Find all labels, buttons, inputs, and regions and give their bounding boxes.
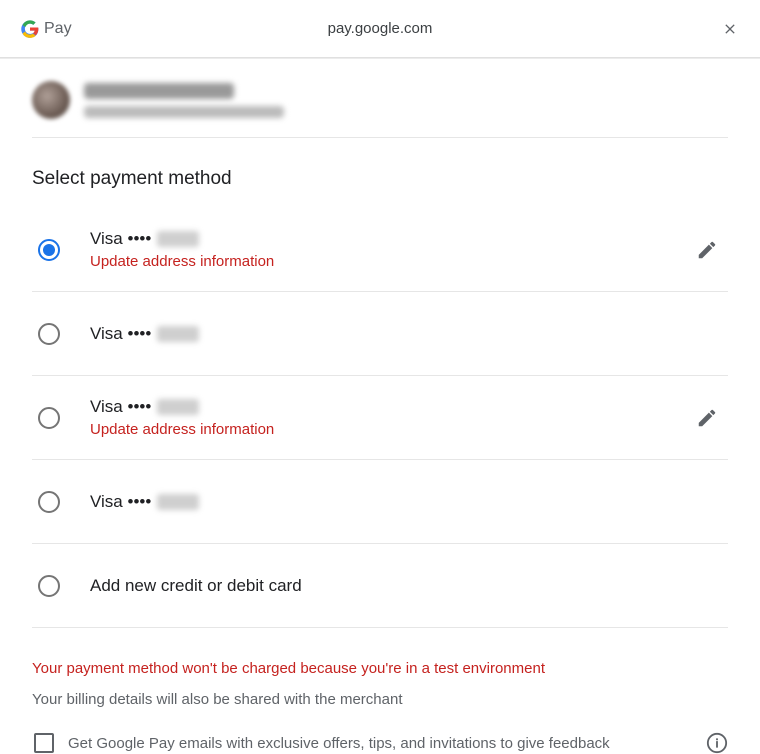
notices: Your payment method won't be charged bec…	[32, 660, 728, 754]
close-button[interactable]	[722, 21, 738, 37]
payment-method-name: Visa ••••	[90, 492, 728, 512]
card-prefix: Visa ••••	[90, 229, 151, 249]
content: Select payment method Visa •••• Update a…	[0, 59, 760, 754]
add-payment-method-row[interactable]: Add new credit or debit card	[32, 544, 728, 628]
edit-button[interactable]	[690, 401, 724, 435]
page-url: pay.google.com	[328, 20, 433, 37]
payment-method-row[interactable]: Visa ••••	[32, 292, 728, 376]
card-prefix: Visa ••••	[90, 397, 151, 417]
account-email-redacted	[84, 106, 284, 118]
payment-method-labels: Add new credit or debit card	[90, 576, 728, 596]
payment-method-row[interactable]: Visa •••• Update address information	[32, 376, 728, 460]
radio-button[interactable]	[38, 323, 60, 345]
avatar	[32, 81, 70, 119]
edit-button[interactable]	[690, 233, 724, 267]
consent-info-button[interactable]	[706, 732, 728, 754]
card-last4-redacted	[157, 399, 199, 415]
payment-method-name: Visa ••••	[90, 324, 728, 344]
section-title: Select payment method	[32, 168, 728, 190]
payment-method-warning: Update address information	[90, 253, 690, 270]
consent-label: Get Google Pay emails with exclusive off…	[68, 735, 692, 752]
card-prefix: Visa ••••	[90, 492, 151, 512]
card-last4-redacted	[157, 326, 199, 342]
scroll-area[interactable]: Select payment method Visa •••• Update a…	[0, 58, 760, 754]
radio-button[interactable]	[38, 239, 60, 261]
account-text	[84, 83, 284, 118]
google-g-icon	[20, 19, 40, 39]
payment-method-labels: Visa ••••	[90, 324, 728, 344]
consent-checkbox[interactable]	[34, 733, 54, 753]
marketing-consent-row: Get Google Pay emails with exclusive off…	[32, 732, 728, 754]
merchant-share-notice: Your billing details will also be shared…	[32, 691, 728, 708]
payment-method-name: Visa ••••	[90, 229, 690, 249]
payment-method-labels: Visa •••• Update address information	[90, 397, 690, 438]
add-payment-label: Add new credit or debit card	[90, 576, 728, 596]
card-last4-redacted	[157, 231, 199, 247]
card-prefix: Visa ••••	[90, 324, 151, 344]
payment-method-row[interactable]: Visa ••••	[32, 460, 728, 544]
test-env-notice: Your payment method won't be charged bec…	[32, 660, 728, 677]
dialog-header: Pay pay.google.com	[0, 0, 760, 58]
gpay-logo: Pay	[20, 19, 72, 39]
card-last4-redacted	[157, 494, 199, 510]
radio-button[interactable]	[38, 575, 60, 597]
payment-method-warning: Update address information	[90, 421, 690, 438]
account-name-redacted	[84, 83, 234, 99]
payment-method-name: Visa ••••	[90, 397, 690, 417]
payment-method-labels: Visa •••• Update address information	[90, 229, 690, 270]
radio-button[interactable]	[38, 491, 60, 513]
payment-method-labels: Visa ••••	[90, 492, 728, 512]
payment-method-list: Visa •••• Update address information Vis…	[32, 208, 728, 628]
info-icon	[706, 732, 728, 754]
payment-method-row[interactable]: Visa •••• Update address information	[32, 208, 728, 292]
brand-text: Pay	[44, 20, 72, 38]
account-row[interactable]	[32, 59, 728, 138]
radio-button[interactable]	[38, 407, 60, 429]
pencil-icon	[696, 407, 718, 429]
close-icon	[722, 21, 738, 37]
pencil-icon	[696, 239, 718, 261]
